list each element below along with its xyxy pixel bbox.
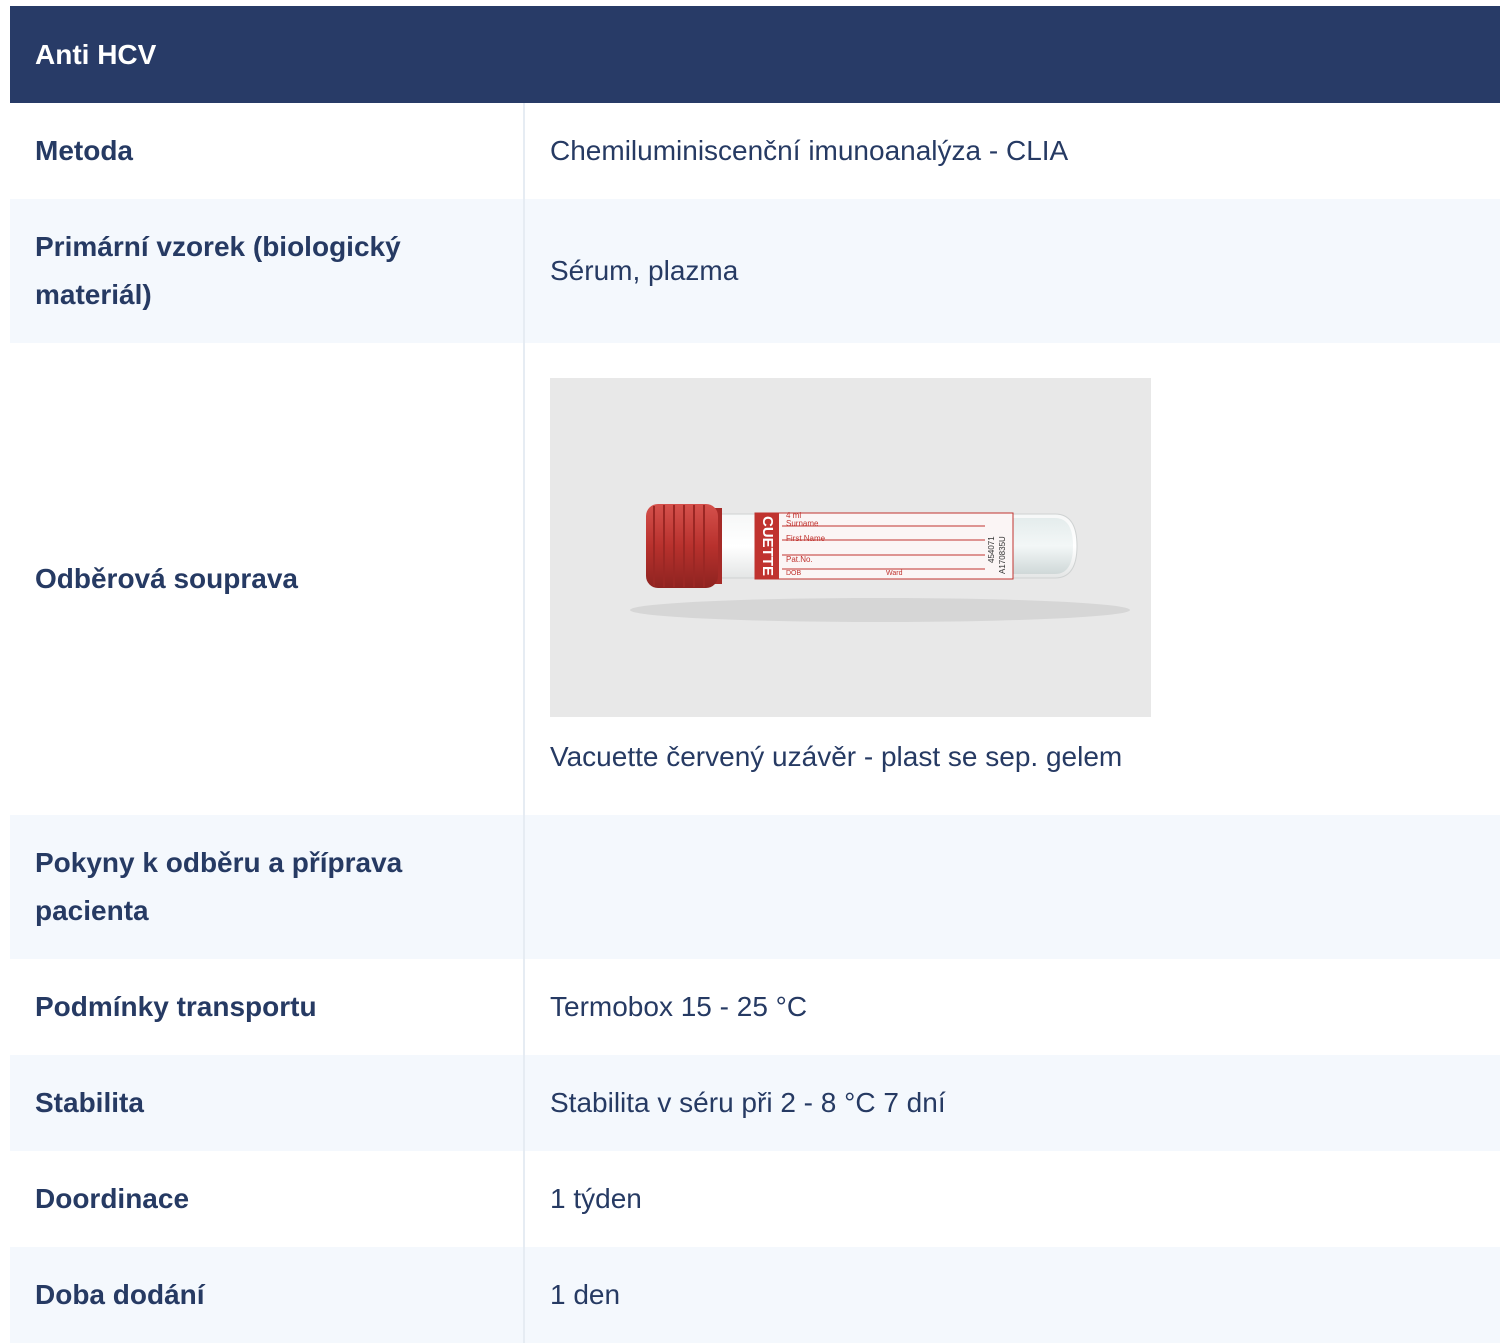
row-value-method: Chemiluminiscenční imunoanalýza - CLIA: [550, 135, 1069, 166]
row-value-delivery-time: 1 den: [550, 1279, 621, 1310]
collection-tube-image: CUETTE 4 ml Surname First Name Pat.No. D…: [550, 377, 1151, 717]
row-value-instructions: [525, 815, 1500, 959]
tube-field-surname: Surname: [786, 519, 819, 528]
row-label-method: Metoda: [10, 103, 525, 199]
table-header: Anti HCV: [10, 6, 1500, 103]
tube-field-pat-no: Pat.No.: [786, 555, 813, 564]
table-row: Primární vzorek (biologický materiál) Sé…: [10, 199, 1500, 343]
row-value-doordinace: 1 týden: [550, 1183, 642, 1214]
table-row: Odběrová souprava CUETTE 4 ml Surname Fi…: [10, 343, 1500, 815]
table-row: Stabilita Stabilita v séru při 2 - 8 °C …: [10, 1055, 1500, 1151]
table-row: Pokyny k odběru a příprava pacienta: [10, 815, 1500, 959]
collection-kit-caption: Vacuette červený uzávěr - plast se sep. …: [550, 740, 1123, 772]
table-row: Doordinace 1 týden: [10, 1151, 1500, 1247]
tube-code-2: A170835U: [998, 535, 1007, 573]
row-value-collection-kit: CUETTE 4 ml Surname First Name Pat.No. D…: [525, 343, 1500, 815]
row-label-delivery-time: Doba dodání: [10, 1247, 525, 1343]
table-row: Metoda Chemiluminiscenční imunoanalýza -…: [10, 103, 1500, 199]
row-label-primary-sample: Primární vzorek (biologický materiál): [10, 199, 525, 343]
row-value-stability: Stabilita v séru při 2 - 8 °C 7 dní: [550, 1087, 946, 1118]
test-title: Anti HCV: [35, 38, 157, 70]
row-label-instructions: Pokyny k odběru a příprava pacienta: [10, 815, 525, 959]
row-value-primary-sample: Sérum, plazma: [550, 255, 739, 286]
row-label-doordinace: Doordinace: [10, 1151, 525, 1247]
row-label-collection-kit: Odběrová souprava: [10, 343, 525, 815]
table-row: Doba dodání 1 den: [10, 1247, 1500, 1343]
tube-field-dob: DOB: [786, 570, 802, 577]
row-value-transport: Termobox 15 - 25 °C: [550, 991, 808, 1022]
tube-brand: CUETTE: [759, 516, 776, 576]
tube-code-1: 454071: [987, 535, 996, 562]
table-row: Podmínky transportu Termobox 15 - 25 °C: [10, 959, 1500, 1055]
row-label-transport: Podmínky transportu: [10, 959, 525, 1055]
tube-field-first-name: First Name: [786, 534, 826, 543]
test-detail-table: Anti HCV Metoda Chemiluminiscenční imuno…: [10, 6, 1500, 1343]
row-label-stability: Stabilita: [10, 1055, 525, 1151]
tube-field-ward: Ward: [886, 570, 903, 577]
